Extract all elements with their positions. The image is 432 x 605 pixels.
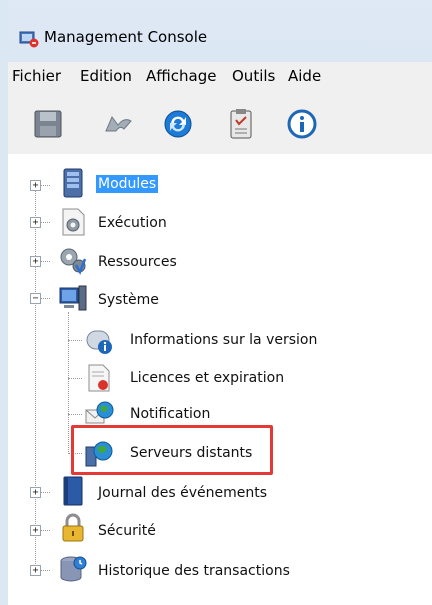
database-history-icon: [60, 556, 87, 582]
save-button[interactable]: [30, 106, 66, 142]
info-icon: [287, 109, 317, 139]
tree-item-journal[interactable]: Journal des événements: [96, 484, 269, 502]
expand-journal-toggle[interactable]: +: [30, 487, 41, 498]
menu-outils[interactable]: Outils: [232, 67, 275, 85]
tree-item-ressources[interactable]: Ressources: [96, 253, 179, 271]
menu-fichier[interactable]: Fichier: [12, 67, 61, 85]
tree-item-licences[interactable]: Licences et expiration: [128, 369, 286, 387]
tree-root-line: [35, 188, 36, 572]
tree-connector: [68, 378, 82, 379]
gear-document-icon: [62, 208, 85, 236]
tree-item-modules[interactable]: Modules: [96, 175, 159, 193]
expand-execution-toggle[interactable]: +: [30, 217, 41, 228]
refresh-button[interactable]: [160, 106, 196, 142]
info-button[interactable]: [284, 106, 320, 142]
tree-item-version[interactable]: Informations sur la version: [128, 331, 319, 349]
window-left-border: [0, 0, 8, 605]
menu-affichage[interactable]: Affichage: [146, 67, 216, 85]
tree-connector: [68, 414, 82, 415]
padlock-icon: [62, 513, 84, 542]
console-app-icon: [19, 31, 39, 48]
menu-bar: [8, 62, 432, 90]
tree-item-execution[interactable]: Exécution: [96, 214, 169, 232]
tree-child-line: [68, 312, 69, 454]
book-icon: [63, 476, 83, 506]
expand-securite-toggle[interactable]: +: [30, 525, 41, 536]
save-icon: [34, 110, 62, 138]
menu-aide[interactable]: Aide: [288, 67, 321, 85]
tree-connector: [68, 340, 82, 341]
undo-icon: [105, 116, 132, 132]
undo-button[interactable]: [100, 106, 136, 142]
info-badge-icon: [86, 330, 112, 354]
expand-historique-toggle[interactable]: +: [30, 565, 41, 576]
server-icon: [63, 168, 83, 198]
collapse-systeme-toggle[interactable]: −: [30, 293, 41, 304]
expand-modules-toggle[interactable]: +: [30, 180, 41, 191]
tree-item-historique[interactable]: Historique des transactions: [96, 562, 292, 580]
computer-icon: [59, 285, 87, 311]
menu-edition[interactable]: Edition: [80, 67, 132, 85]
properties-button[interactable]: [223, 106, 259, 142]
expand-ressources-toggle[interactable]: +: [30, 256, 41, 267]
window-title: Management Console: [44, 28, 208, 46]
highlight-annotation-box: [71, 425, 273, 475]
clipboard-icon: [230, 109, 252, 139]
tree-item-notification[interactable]: Notification: [128, 405, 212, 423]
tree-item-securite[interactable]: Sécurité: [96, 522, 158, 540]
toolbar: [8, 90, 432, 154]
refresh-icon: [164, 110, 192, 138]
gears-icon: [60, 248, 87, 275]
tree-item-systeme[interactable]: Système: [96, 291, 161, 309]
certificate-icon: [88, 364, 110, 392]
